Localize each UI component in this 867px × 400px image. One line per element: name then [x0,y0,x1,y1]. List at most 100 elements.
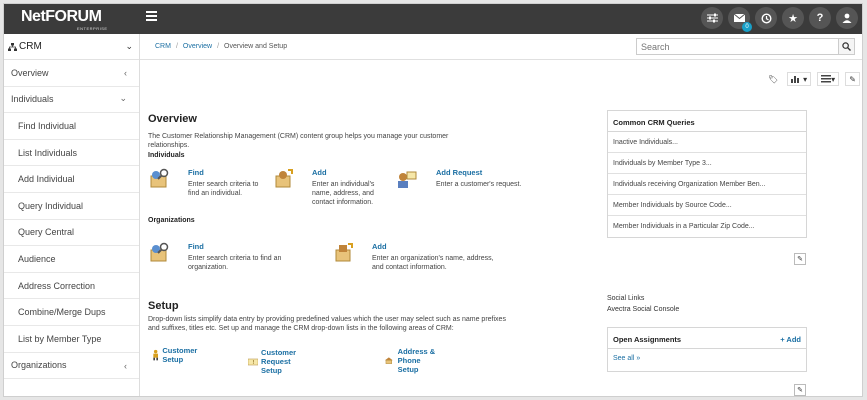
address-phone-setup-icon [384,357,393,364]
page-toolbar: 🏷 ▾ ▾ ✎ [765,72,860,86]
module-name: CRM [19,41,42,52]
customer-request-setup-label: Customer Request Setup [261,348,297,375]
sidebar-item-label: Add Individual [18,174,75,185]
edit-assignments-icon[interactable]: ✎ [794,384,806,396]
sidebar-item-overview[interactable]: Overview ‹ [4,60,139,87]
sidebar-item-individuals[interactable]: Individuals ⌄ [4,87,139,114]
logo-subtext: ENTERPRISE [77,26,108,31]
find-organization-icon [150,242,169,262]
module-selector[interactable]: CRM ⌄ [4,34,139,60]
find-individual-desc: Enter search criteria to find an individ… [188,181,259,197]
help-icon[interactable]: ? [809,7,831,29]
find-person-icon [150,168,169,188]
find-individual-title: Find [188,168,204,177]
organizations-heading: Organizations [148,217,195,224]
common-queries-panel: Common CRM Queries Inactive Individuals.… [607,110,807,238]
customer-request-setup-icon: ! [248,358,259,366]
sidebar-item-query-individual[interactable]: Query Individual [4,193,139,220]
sidebar-item-organizations[interactable]: Organizations ‹ [4,353,139,380]
sidebar-item-label: Find Individual [18,120,77,131]
logo-text: NetFORUM [21,8,102,25]
open-assignments-title: Open Assignments [613,335,682,344]
add-organization-action[interactable]: Add Enter an organization's name, addres… [332,242,504,272]
overview-description: The Customer Relationship Management (CR… [148,133,449,149]
list-dropdown-icon[interactable]: ▾ [817,72,840,86]
overview-heading: Overview [148,113,197,125]
add-person-icon [275,169,293,188]
chart-dropdown-icon[interactable]: ▾ [787,72,812,86]
sidebar-item-label: Individuals [11,94,54,105]
add-request-desc: Enter a customer's request. [436,181,522,188]
user-icon[interactable] [836,7,858,29]
sidebar-item-list-individuals[interactable]: List Individuals [4,140,139,167]
chevron-left-icon: ‹ [124,68,127,78]
menu-icon[interactable] [146,11,157,23]
sidebar-item-list-by-member-type[interactable]: List by Member Type [4,326,139,353]
open-assignments-panel: Open Assignments + Add See all » [607,327,807,372]
top-bar: NetFORUM ENTERPRISE 0 ★ ? [4,4,862,34]
sidebar-item-query-central[interactable]: Query Central [4,220,139,247]
favorites-star-icon[interactable]: ★ [782,7,804,29]
history-clock-icon[interactable] [755,7,777,29]
see-all-link[interactable]: See all » [608,349,806,368]
sidebar: CRM ⌄ Overview ‹ Individuals ⌄ Find Indi… [4,34,140,396]
find-organization-action[interactable]: Find Enter search criteria to find an or… [148,242,296,272]
address-phone-setup-link[interactable]: Address & Phone Setup [384,347,439,374]
query-link[interactable]: Inactive Individuals... [608,132,806,153]
customer-request-icon [398,171,417,188]
add-request-title: Add Request [436,168,483,177]
sidebar-item-label: Query Central [18,227,75,238]
breadcrumb-crm[interactable]: CRM [155,43,171,50]
add-organization-icon [335,243,353,262]
open-assignments-header: Open Assignments + Add [608,328,806,349]
edit-icon[interactable]: ✎ [845,72,860,86]
sidebar-item-address-correction[interactable]: Address Correction [4,273,139,300]
individuals-heading: Individuals [148,152,185,159]
setup-description: Drop-down lists simplify data entry by p… [148,316,506,332]
query-link[interactable]: Individuals receiving Organization Membe… [608,174,806,195]
settings-sliders-icon[interactable] [701,7,723,29]
sidebar-item-label: Address Correction [18,280,96,291]
sidebar-item-audience[interactable]: Audience [4,246,139,273]
breadcrumb-bar: CRM / Overview / Overview and Setup [140,34,862,60]
query-link[interactable]: Member Individuals in a Particular Zip C… [608,216,806,237]
search-icon[interactable] [838,38,855,55]
query-link[interactable]: Member Individuals by Source Code... [608,195,806,216]
customer-setup-link[interactable]: Customer Setup [152,346,201,364]
mail-count-badge: 0 [742,22,752,32]
search-input[interactable] [636,38,840,55]
find-organization-desc: Enter search criteria to find an organiz… [188,255,282,271]
mail-icon[interactable]: 0 [728,7,752,32]
avectra-social-console-link[interactable]: Avectra Social Console [607,304,679,315]
add-assignment-button[interactable]: + Add [780,335,801,344]
sidebar-item-label: List Individuals [18,147,78,158]
sidebar-item-find-individual[interactable]: Find Individual [4,113,139,140]
add-request-action[interactable]: Add Request Enter a customer's request. [396,168,546,190]
chevron-down-icon: ⌄ [125,41,133,51]
social-links-heading: Social Links [607,295,645,302]
sidebar-item-add-individual[interactable]: Add Individual [4,166,139,193]
app-window: NetFORUM ENTERPRISE 0 ★ ? CRM ⌄ Overview… [3,3,863,397]
breadcrumb-current: Overview and Setup [224,43,288,50]
tag-icon[interactable]: 🏷 [765,72,781,86]
sidebar-item-combine-merge-dups[interactable]: Combine/Merge Dups [4,299,139,326]
netforum-logo[interactable]: NetFORUM ENTERPRISE [21,8,107,31]
sidebar-item-label: List by Member Type [18,333,102,344]
add-individual-desc: Enter an individual's name, address, and… [312,181,375,206]
social-links: Social Links Avectra Social Console [607,293,679,315]
sidebar-item-label: Query Individual [18,200,84,211]
add-individual-action[interactable]: Add Enter an individual's name, address,… [272,168,382,207]
add-individual-title: Add [312,168,327,177]
add-organization-desc: Enter an organization's name, address, a… [372,255,494,271]
customer-setup-icon [153,349,159,361]
find-individual-action[interactable]: Find Enter search criteria to find an in… [148,168,266,198]
sidebar-item-label: Organizations [11,360,67,371]
query-link[interactable]: Individuals by Member Type 3... [608,153,806,174]
sitemap-icon [8,42,17,51]
customer-setup-label: Customer Setup [162,346,198,364]
sidebar-item-label: Combine/Merge Dups [18,307,106,318]
breadcrumb: CRM / Overview / Overview and Setup [155,43,288,50]
edit-queries-icon[interactable]: ✎ [794,253,806,265]
customer-request-setup-link[interactable]: ! Customer Request Setup [248,348,306,375]
breadcrumb-overview[interactable]: Overview [183,43,212,50]
